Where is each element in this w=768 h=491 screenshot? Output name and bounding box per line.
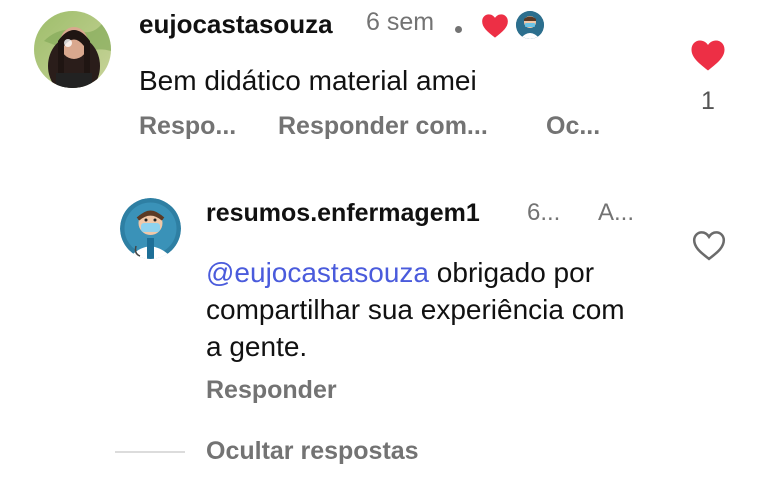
creator-mini-avatar	[516, 11, 544, 39]
separator-dot	[455, 26, 462, 33]
hide-replies-button[interactable]: Ocultar respostas	[206, 437, 419, 466]
reply-username[interactable]: resumos.enfermagem1	[206, 199, 480, 228]
heart-filled-icon	[691, 40, 725, 71]
reply-respond-action[interactable]: Responder	[206, 376, 337, 405]
nurse-avatar-image	[120, 198, 181, 259]
reply-mention-link[interactable]: @eujocastasouza	[206, 257, 429, 288]
reply-action[interactable]: Respo...	[139, 112, 236, 141]
commenter-avatar-image	[34, 11, 111, 88]
heart-outline-icon	[692, 231, 726, 261]
comment-like-button[interactable]	[690, 39, 726, 72]
thread-divider-line	[115, 451, 185, 453]
hide-action[interactable]: Oc...	[546, 112, 600, 141]
reply-author-avatar[interactable]	[120, 198, 181, 259]
commenter-avatar[interactable]	[34, 11, 111, 88]
reply-text: @eujocastasouza obrigado por compartilha…	[206, 254, 646, 365]
reply-timestamp: 6...	[527, 199, 561, 226]
reply-like-button[interactable]	[692, 230, 726, 261]
creator-liked-heart-icon	[481, 13, 509, 39]
author-badge: A...	[598, 199, 635, 226]
comment-timestamp: 6 sem	[366, 8, 435, 36]
comment-text: Bem didático material amei	[139, 65, 477, 96]
reply-with-action[interactable]: Responder com...	[278, 112, 488, 141]
comment-like-count: 1	[701, 87, 715, 115]
comment-username[interactable]: eujocastasouza	[139, 9, 333, 40]
